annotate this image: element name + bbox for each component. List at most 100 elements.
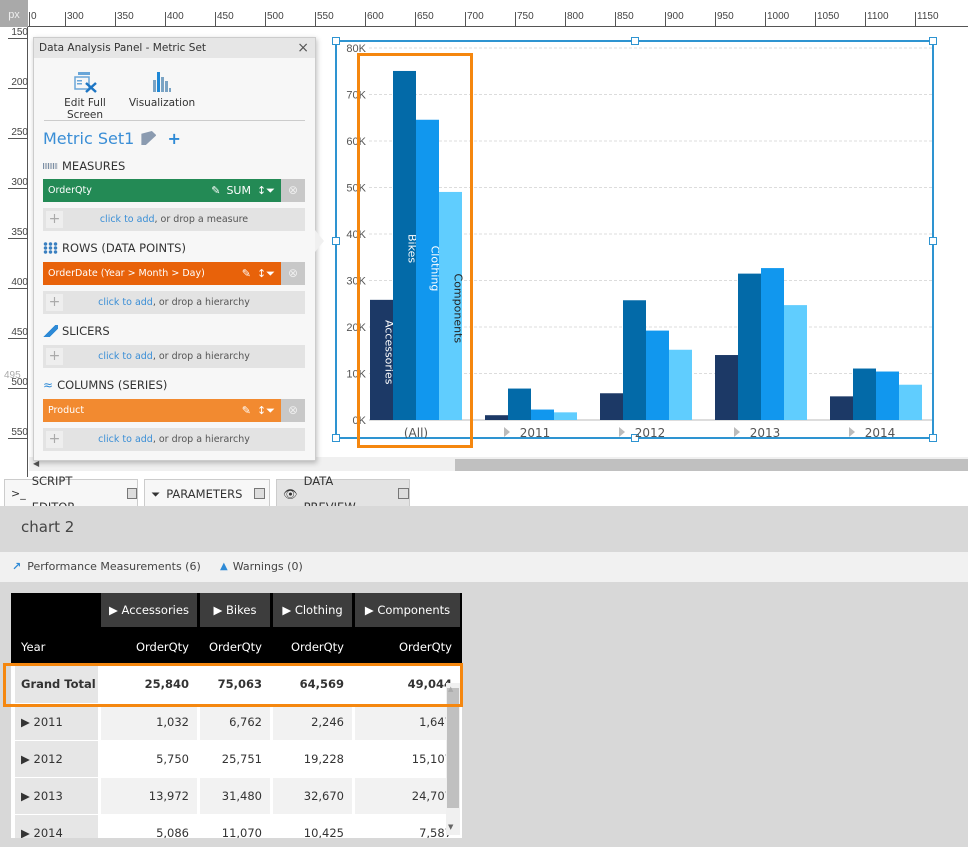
minimize-icon[interactable] — [126, 488, 137, 499]
ruler-tick: 900 — [665, 12, 684, 27]
tab-data-preview[interactable]: 👁 DATA PREVIEW — [276, 474, 410, 514]
ruler-tick: 1000 — [765, 12, 789, 27]
measure-field-orderqty[interactable]: OrderQty ✎ SUM ↕⏷ ⊗ — [43, 179, 305, 202]
ruler-tick: 350 — [8, 228, 28, 239]
bar-bikes-2013[interactable] — [738, 273, 761, 420]
bar-bikes-2012[interactable] — [623, 300, 646, 420]
ruler-unit-label: px — [0, 0, 28, 27]
minimize-icon[interactable] — [254, 488, 266, 499]
plus-icon[interactable]: + — [46, 211, 63, 228]
bottom-tabs: >_ SCRIPT EDITOR ⏷ PARAMETERS 👁 DATA PRE… — [0, 474, 968, 514]
measure-drop-zone[interactable]: + click to add, or drop a measure — [43, 208, 305, 231]
click-to-add-link[interactable]: click to add — [98, 434, 153, 445]
table-cell: 11,070 — [200, 815, 270, 838]
edit-pencil-icon[interactable]: ✎ — [242, 399, 251, 422]
edit-full-screen-button[interactable]: Edit Full Screen — [47, 70, 123, 121]
visualization-button[interactable]: Visualization — [126, 70, 198, 109]
table-cell: 7,587 — [355, 815, 460, 838]
year-row-label[interactable]: ▶ 2013 — [15, 778, 98, 814]
remove-field-icon[interactable]: ⊗ — [281, 179, 305, 202]
horizontal-ruler: 0 300 350 400 450 500 550 600 650 700 750 800 850 900… — [0, 0, 968, 27]
warnings-link[interactable]: ▲ Warnings (0) — [220, 552, 303, 582]
sort-filter-icon[interactable]: ↕⏷ — [257, 262, 275, 285]
table-cell: 32,670 — [273, 778, 352, 814]
rename-pencil-icon[interactable] — [141, 131, 157, 145]
tab-parameters[interactable]: ⏷ PARAMETERS — [144, 479, 270, 507]
bar-accessories-2014[interactable] — [830, 396, 853, 420]
edit-pencil-icon[interactable]: ✎ — [242, 262, 251, 285]
table-cell: 1,032 — [101, 704, 197, 740]
row-field-orderdate[interactable]: OrderDate (Year > Month > Day) ✎ ↕⏷ ⊗ — [43, 262, 305, 285]
canvas-scrollbar-thumb[interactable] — [455, 459, 968, 471]
click-to-add-link[interactable]: click to add — [98, 297, 153, 308]
bar-clothing-2014[interactable] — [876, 371, 899, 420]
expand-arrow-icon — [619, 427, 625, 437]
columns-drop-zone[interactable]: + click to add, or drop a hierarchy — [43, 428, 305, 451]
table-cell: 1,647 — [355, 704, 460, 740]
column-group-header[interactable]: ▶ Accessories — [101, 593, 197, 627]
column-field-product[interactable]: Product ✎ ↕⏷ ⊗ — [43, 399, 305, 422]
column-group-header[interactable]: ▶ Bikes — [200, 593, 270, 627]
bar-components-2012[interactable] — [669, 349, 692, 420]
bar-clothing-2011[interactable] — [531, 409, 554, 420]
bar-clothing-2013[interactable] — [761, 268, 784, 420]
plus-icon[interactable]: + — [46, 431, 63, 448]
remove-field-icon[interactable]: ⊗ — [281, 399, 305, 422]
bar-accessories-2012[interactable] — [600, 393, 623, 420]
warning-triangle-icon: ▲ — [220, 561, 228, 572]
tab-script-editor[interactable]: >_ SCRIPT EDITOR — [4, 474, 138, 514]
column-group-header[interactable]: ▶ Clothing — [273, 593, 352, 627]
year-row-label[interactable]: ▶ 2011 — [15, 704, 98, 740]
aggregation-label[interactable]: SUM — [226, 179, 251, 202]
x-tick-label: 2013 — [750, 426, 781, 438]
expand-arrow-icon — [849, 427, 855, 437]
bar-chart-icon — [153, 72, 171, 92]
ruler-cursor-marker: 495 — [4, 370, 21, 381]
add-metric-icon[interactable]: + — [167, 129, 180, 148]
scroll-down-arrow-icon[interactable]: ▼ — [448, 823, 453, 831]
sort-filter-icon[interactable]: ↕⏷ — [257, 179, 275, 202]
x-tick-label: 2011 — [520, 426, 551, 438]
ruler-measure-icon — [43, 163, 58, 169]
metric-set-title[interactable]: Metric Set1 + — [43, 129, 181, 148]
bar-clothing-2012[interactable] — [646, 330, 669, 420]
x-tick-label: 2012 — [635, 426, 666, 438]
bar-accessories-2011[interactable] — [485, 415, 508, 420]
ruler-tick: 800 — [565, 12, 584, 27]
slicers-drop-zone[interactable]: + click to add, or drop a hierarchy — [43, 345, 305, 368]
sort-filter-icon[interactable]: ↕⏷ — [257, 399, 275, 422]
ruler-tick: 550 — [8, 428, 28, 439]
measure-column-header: OrderQty — [200, 629, 270, 665]
ruler-tick: 450 — [8, 328, 28, 339]
bar-components-2014[interactable] — [899, 384, 922, 420]
preview-status-bar: ↗ Performance Measurements (6) ▲ Warning… — [0, 552, 968, 582]
bar-bikes-2014[interactable] — [853, 368, 876, 420]
column-field-name: Product — [48, 405, 85, 416]
ruler-tick: 400 — [8, 278, 28, 289]
minimize-icon[interactable] — [398, 488, 409, 499]
year-row-label[interactable]: ▶ 2014 — [15, 815, 98, 838]
bar-accessories-2013[interactable] — [715, 355, 738, 420]
rows-drop-zone[interactable]: + click to add, or drop a hierarchy — [43, 291, 305, 314]
edit-pencil-icon[interactable]: ✎ — [211, 179, 220, 202]
bar-components-2013[interactable] — [784, 305, 807, 420]
measure-column-header: OrderQty — [273, 629, 352, 665]
plus-icon[interactable]: + — [46, 348, 63, 365]
click-to-add-link[interactable]: click to add — [98, 351, 153, 362]
ruler-tick: 500 — [265, 12, 284, 27]
click-to-add-link[interactable]: click to add — [100, 214, 155, 225]
plus-icon[interactable]: + — [46, 294, 63, 311]
metric-set-name[interactable]: Metric Set1 — [43, 129, 134, 148]
column-group-header[interactable]: ▶ Components — [355, 593, 460, 627]
table-cell: 24,707 — [355, 778, 460, 814]
year-row-label[interactable]: ▶ 2012 — [15, 741, 98, 777]
performance-measurements-link[interactable]: ↗ Performance Measurements (6) — [12, 552, 201, 582]
close-icon[interactable]: × — [297, 38, 309, 58]
ruler-tick: 850 — [615, 12, 634, 27]
bar-components-2011[interactable] — [554, 412, 577, 420]
ruler-tick: 550 — [315, 12, 334, 27]
remove-field-icon[interactable]: ⊗ — [281, 262, 305, 285]
measure-column-header: OrderQty — [355, 629, 460, 665]
bar-bikes-2011[interactable] — [508, 388, 531, 420]
measure-column-header: OrderQty — [101, 629, 197, 665]
